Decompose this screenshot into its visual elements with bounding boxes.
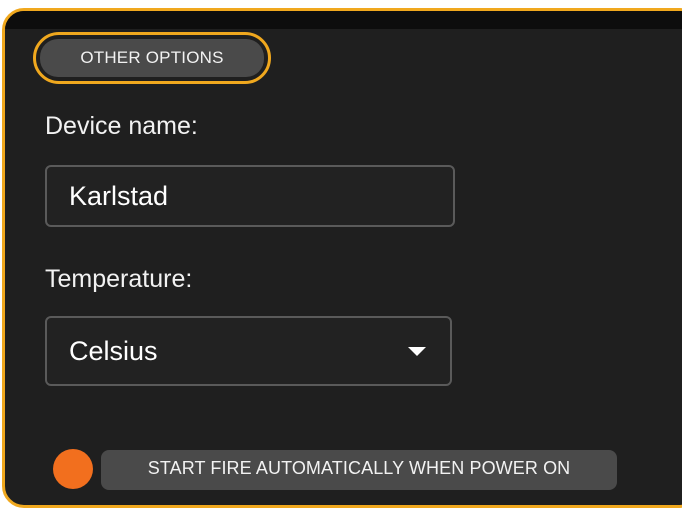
auto-fire-label: START FIRE AUTOMATICALLY WHEN POWER ON — [101, 450, 617, 490]
temperature-selected-value: Celsius — [69, 335, 158, 366]
auto-fire-toggle[interactable] — [53, 449, 93, 489]
other-options-tab-label: OTHER OPTIONS — [40, 39, 264, 77]
other-options-tab[interactable]: OTHER OPTIONS — [33, 32, 271, 84]
chevron-down-icon — [408, 346, 426, 356]
temperature-label: Temperature: — [45, 265, 193, 293]
temperature-select[interactable]: Celsius — [45, 316, 452, 386]
device-name-input[interactable] — [45, 165, 455, 227]
device-name-label: Device name: — [45, 112, 198, 140]
panel-top-bar — [5, 11, 682, 29]
